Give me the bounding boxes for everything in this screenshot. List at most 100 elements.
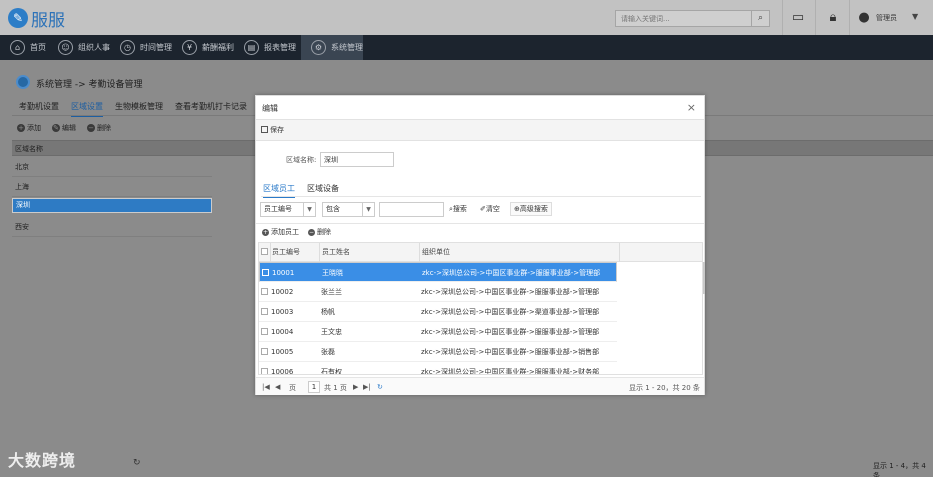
row-checkbox[interactable] [261,288,268,295]
tab-area-devices[interactable]: 区域设备 [307,183,339,194]
list-item[interactable]: 北京 [12,158,212,177]
search-icon[interactable]: ⌕ [751,11,769,26]
page-summary: 显示 1 - 4，共 4 条 [873,462,926,477]
add-employee-label: 添加员工 [271,228,299,236]
dialog-toolbar: 保存 [256,119,704,141]
nav-item-org[interactable]: ☺ 组织人事 [48,35,116,60]
column-header[interactable]: 员工编号 [272,247,300,257]
cell-org: zkc->深圳总公司->中国区事业群->服服事业部->销售部 [421,348,600,356]
refresh-icon[interactable]: ↻ [377,383,383,391]
divider [261,196,701,197]
page-label: 页 [289,384,296,392]
add-employee-button[interactable]: + 添加员工 [262,227,299,237]
breadcrumb-icon [16,75,30,89]
save-button[interactable]: 保存 [261,125,284,135]
table-row[interactable]: 10001 王晓晓 zkc->深圳总公司->中国区事业群->服服事业部->管理部 [259,262,617,282]
cell-org: zkc->深圳总公司->中国区事业群->服服事业部->管理部 [421,328,600,336]
delete-label: 删除 [97,124,111,132]
close-icon[interactable]: × [687,101,696,114]
clear-button[interactable]: ✐清空 [480,204,500,214]
row-checkbox[interactable] [262,269,269,276]
nav-item-salary[interactable]: ¥ 薪酬福利 [172,35,240,60]
nav-item-time[interactable]: ◷ 时间管理 [110,35,178,60]
tab-attendance-machine[interactable]: 考勤机设置 [19,101,59,112]
row-checkbox[interactable] [261,348,268,355]
column-header[interactable]: 员工姓名 [322,247,350,257]
cell-id: 10001 [272,269,295,277]
advanced-label: 高级搜索 [519,205,548,213]
page-summary: 显示 1 - 20，共 20 条 [629,384,700,392]
caret-down-icon[interactable]: ▼ [912,12,918,21]
page-number-input[interactable]: 1 [308,381,320,393]
nav-item-report[interactable]: ▤ 报表管理 [234,35,302,60]
prev-page-icon[interactable]: ◀ [275,383,280,391]
tab-punch-records[interactable]: 查看考勤机打卡记录 [175,101,247,112]
advanced-search-button[interactable]: ⊕高级搜索 [510,202,552,216]
table-row[interactable]: 10005 张磊 zkc->深圳总公司->中国区事业群->服服事业部->销售部 [259,342,617,362]
list-item[interactable]: 深圳 [12,198,212,213]
cell-name: 张兰兰 [321,288,342,296]
divider [849,0,850,35]
search-input[interactable] [616,11,752,26]
table-row[interactable]: 10003 杨帆 zkc->深圳总公司->中国区事业群->渠道事业部->管理部 [259,302,617,322]
row-checkbox[interactable] [261,368,268,374]
table-header: 员工编号 员工姓名 组织单位 [259,243,702,262]
row-checkbox[interactable] [261,308,268,315]
filter-field-select[interactable]: 员工编号 ▼ [260,202,316,217]
next-page-icon[interactable]: ▶ [353,383,358,391]
nav-label: 时间管理 [140,43,172,52]
minus-icon: − [87,124,95,132]
cell-name: 张磊 [321,348,335,356]
search-button[interactable]: ⌕搜索 [449,204,467,214]
delete-button[interactable]: − 删除 [87,123,111,133]
plus-icon: + [17,124,25,132]
filter-op-select[interactable]: 包含 ▼ [322,202,375,217]
dialog-title: 编辑 [262,104,278,113]
chevron-down-icon: ▼ [362,203,374,216]
select-value: 员工编号 [264,205,292,213]
edit-button[interactable]: ✎ 编辑 [52,123,76,133]
employee-table: 员工编号 员工姓名 组织单位 10001 王晓晓 zkc->深圳总公司->中国区事业… [258,242,703,375]
cell-org: zkc->深圳总公司->中国区事业群->服服事业部->管理部 [422,269,601,277]
delete-label: 删除 [317,228,331,236]
area-name-label: 区域名称: [286,156,317,164]
list-item[interactable]: 上海 [12,178,212,197]
cell-name: 王晓晓 [322,269,343,277]
scrollbar[interactable] [703,262,705,294]
column-header[interactable]: 组织单位 [422,247,450,257]
area-name-field[interactable] [320,152,394,167]
table-row[interactable]: 10002 张兰兰 zkc->深圳总公司->中国区事业群->服服事业部->管理部 [259,282,617,302]
user-name[interactable]: 管理员 [876,13,897,23]
list-item[interactable]: 西安 [12,218,212,237]
last-page-icon[interactable]: ▶| [363,383,371,391]
user-avatar-icon[interactable]: ● [855,9,873,27]
first-page-icon[interactable]: |◀ [262,383,270,391]
cell-id: 10003 [271,308,294,316]
table-row[interactable]: 10006 石有权 zkc->深圳总公司->中国区事业群->服服事业部->财务部 [259,362,617,374]
nav-item-home[interactable]: ⌂ 首页 [0,35,52,60]
minus-icon: − [308,229,315,236]
column-divider [270,243,271,262]
row-checkbox[interactable] [261,328,268,335]
table-row[interactable]: 10004 王文忠 zkc->深圳总公司->中国区事业群->服服事业部->管理部 [259,322,617,342]
add-button[interactable]: + 添加 [17,123,41,133]
tab-bio-template[interactable]: 生物模板管理 [115,101,163,112]
pager: |◀ ◀ 页 1 共 1 页 ▶ ▶| ↻ 显示 1 - 20，共 20 条 [256,377,704,395]
main-nav: ⌂ 首页 ☺ 组织人事 ◷ 时间管理 ¥ 薪酬福利 ▤ 报表管理 ⚙ 系统管理 [0,35,933,60]
watermark: 大数跨境 [8,451,77,470]
filter-keyword-input[interactable] [379,202,444,217]
delete-employee-button[interactable]: − 删除 [308,227,331,237]
report-icon: ▤ [244,40,259,55]
lock-icon[interactable]: 🔒︎ [824,9,842,27]
cell-id: 10005 [271,348,294,356]
settings-icon: ⚙ [311,40,326,55]
select-all-checkbox[interactable] [261,248,268,255]
feather-icon: ✎ [8,8,28,28]
cell-org: zkc->深圳总公司->中国区事业群->服服事业部->管理部 [421,288,600,296]
nav-item-system[interactable]: ⚙ 系统管理 [301,35,363,60]
refresh-icon[interactable]: ↻ [133,458,141,468]
column-divider [619,243,620,262]
monitor-icon[interactable]: ▭ [789,9,807,27]
column-divider [319,243,320,262]
clear-label: 清空 [485,205,500,213]
